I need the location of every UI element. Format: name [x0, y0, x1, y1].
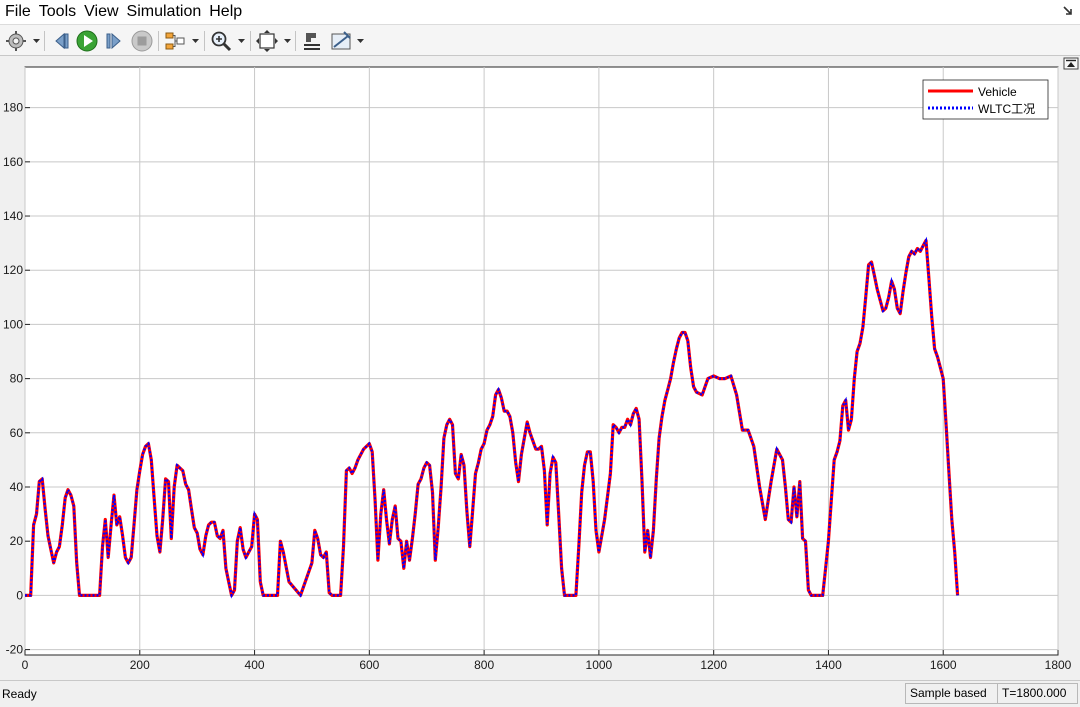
- x-tick-label: 400: [245, 658, 265, 672]
- status-bar: Ready Sample based T=1800.000: [0, 680, 1080, 707]
- scope-plot: 0 200 400 600 800 1000 1200 1400 1600 1800-200204…: [3, 57, 1079, 672]
- y-tick-label: 20: [10, 534, 24, 548]
- status-text: Ready: [2, 687, 37, 701]
- menu-help[interactable]: Help: [205, 0, 246, 24]
- x-tick-label: 1200: [700, 658, 727, 672]
- toolbar-separator: [204, 31, 205, 51]
- y-tick-label: 120: [3, 263, 23, 277]
- legend[interactable]: Vehicle WLTC工况: [922, 79, 1049, 120]
- time-indicator: T=1800.000: [997, 683, 1078, 704]
- toolbar: [0, 24, 1080, 56]
- sample-mode-indicator: Sample based: [905, 683, 998, 704]
- menu-file[interactable]: File: [0, 0, 35, 24]
- settings-dropdown-icon[interactable]: [33, 39, 40, 44]
- x-tick-label: 0: [22, 658, 29, 672]
- stop-icon[interactable]: [130, 29, 154, 53]
- zoom-icon[interactable]: [209, 29, 233, 53]
- toolbar-separator: [44, 31, 45, 51]
- legend-wltc-label: WLTC工况: [978, 102, 1035, 116]
- x-tick-label: 200: [130, 658, 150, 672]
- y-tick-label: 60: [10, 426, 24, 440]
- settings-icon[interactable]: [4, 29, 28, 53]
- menu-bar: File Tools View Simulation Help: [0, 0, 1080, 24]
- x-tick-label: 1800: [1045, 658, 1072, 672]
- undock-arrow-icon[interactable]: [1062, 5, 1074, 17]
- toolbar-separator: [158, 31, 159, 51]
- y-tick-label: 140: [3, 209, 23, 223]
- step-back-icon[interactable]: [50, 29, 74, 53]
- toolbar-separator: [295, 31, 296, 51]
- menu-simulation[interactable]: Simulation: [123, 0, 206, 24]
- axes-undock-button[interactable]: [1063, 57, 1079, 70]
- run-icon[interactable]: [75, 29, 99, 53]
- x-tick-label: 600: [359, 658, 379, 672]
- signal-selector-icon[interactable]: [163, 29, 187, 53]
- y-tick-label: 100: [3, 317, 23, 331]
- zoom-dropdown-icon[interactable]: [238, 39, 245, 44]
- y-tick-label: 160: [3, 155, 23, 169]
- style-icon[interactable]: [300, 29, 324, 53]
- y-tick-label: 80: [10, 372, 24, 386]
- toolbar-separator: [250, 31, 251, 51]
- autoscale-icon[interactable]: [255, 29, 279, 53]
- autoscale-dropdown-icon[interactable]: [284, 39, 291, 44]
- measurement-icon[interactable]: [329, 29, 353, 53]
- x-tick-label: 800: [474, 658, 494, 672]
- step-forward-icon[interactable]: [102, 29, 126, 53]
- signal-selector-dropdown-icon[interactable]: [192, 39, 199, 44]
- menu-tools[interactable]: Tools: [35, 0, 80, 24]
- x-tick-label: 1400: [815, 658, 842, 672]
- x-tick-label: 1600: [930, 658, 957, 672]
- y-tick-label: 0: [16, 588, 23, 602]
- y-tick-label: 40: [10, 480, 24, 494]
- y-tick-label: -20: [6, 643, 24, 657]
- scope-plot-area: 0 200 400 600 800 1000 1200 1400 1600 1800 -20 0 20 4…: [0, 56, 1080, 680]
- y-tick-label: 180: [3, 101, 23, 115]
- menu-view[interactable]: View: [80, 0, 122, 24]
- axes-background[interactable]: [24, 66, 1059, 656]
- measurement-dropdown-icon[interactable]: [357, 39, 364, 44]
- x-tick-label: 1000: [586, 658, 613, 672]
- legend-vehicle-label: Vehicle: [978, 85, 1017, 99]
